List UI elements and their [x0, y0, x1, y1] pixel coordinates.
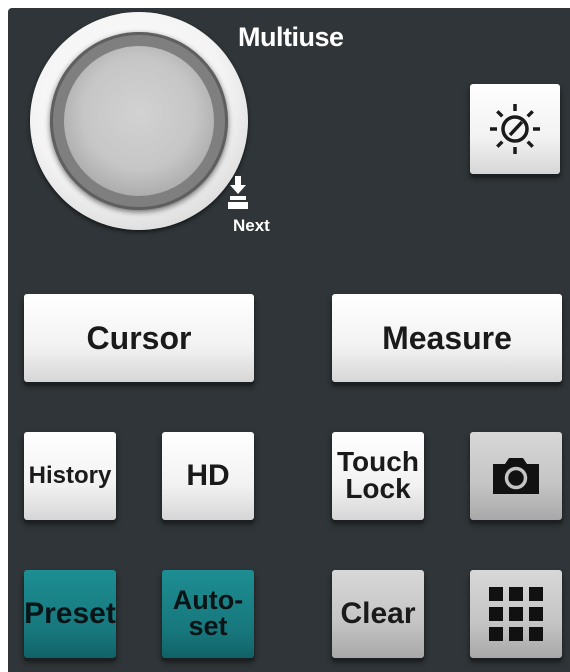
measure-button-label: Measure [382, 319, 512, 356]
history-button[interactable]: History [24, 432, 116, 520]
panel-title: Multiuse [238, 22, 344, 52]
grid-menu-icon [489, 587, 543, 641]
touch-lock-button[interactable]: Touch Lock [332, 432, 424, 520]
history-button-label: History [28, 461, 112, 489]
next-label: Next [233, 216, 270, 235]
autoset-button[interactable]: Auto- set [162, 570, 254, 658]
screenshot-button[interactable] [470, 432, 562, 520]
cursor-button-label: Cursor [86, 319, 192, 356]
cursor-button[interactable]: Cursor [24, 294, 254, 382]
hd-button-label: HD [186, 458, 230, 492]
multiuse-knob-cap[interactable] [64, 46, 214, 196]
multiuse-knob[interactable] [30, 12, 248, 230]
clear-button[interactable]: Clear [332, 570, 424, 658]
preset-button-label: Preset [24, 596, 116, 630]
multiuse-knob-bezel[interactable] [50, 32, 228, 210]
apps-button[interactable] [470, 570, 562, 658]
measure-button[interactable]: Measure [332, 294, 562, 382]
autoset-button-label: Auto- set [172, 585, 244, 641]
intensity-knob-icon [490, 104, 540, 154]
intensity-button[interactable] [470, 84, 560, 174]
control-panel: Multiuse Next Cursor Measure History HD … [8, 8, 570, 672]
camera-icon [493, 458, 539, 494]
touch-lock-button-label: Touch Lock [337, 446, 419, 504]
push-arrow-icon [228, 176, 248, 209]
hd-button[interactable]: HD [162, 432, 254, 520]
clear-button-label: Clear [340, 596, 416, 630]
preset-button[interactable]: Preset [24, 570, 116, 658]
